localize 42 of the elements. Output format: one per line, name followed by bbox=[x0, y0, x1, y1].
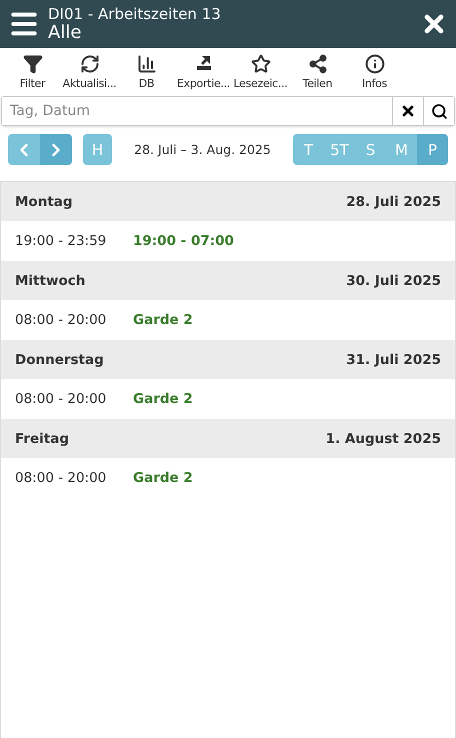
weekday: Freitag bbox=[15, 430, 70, 446]
date: 28. Juli 2025 bbox=[346, 194, 441, 210]
weekday: Mittwoch bbox=[15, 272, 86, 288]
shift-row[interactable]: 08:00 - 20:00 Garde 2 bbox=[1, 300, 455, 340]
search-field[interactable]: Tag, Datum bbox=[1, 96, 455, 126]
window-title: DI01 - Arbeitszeiten 13 bbox=[48, 6, 222, 22]
time-range: 08:00 - 20:00 bbox=[15, 391, 108, 407]
shift-name: 19:00 - 07:00 bbox=[133, 233, 234, 249]
shift-row[interactable]: 08:00 - 20:00 Garde 2 bbox=[1, 379, 455, 419]
weekday: Donnerstag bbox=[15, 352, 104, 368]
date: 31. Juli 2025 bbox=[346, 352, 441, 368]
filter-icon bbox=[22, 54, 42, 74]
refresh-icon bbox=[80, 54, 100, 74]
toolbar-button[interactable]: Infos bbox=[346, 50, 403, 96]
toolbar-button[interactable]: DB bbox=[118, 50, 175, 96]
search-button[interactable] bbox=[423, 97, 454, 125]
next-button[interactable] bbox=[40, 134, 72, 165]
close-icon bbox=[400, 103, 416, 119]
date-range: 28. Juli – 3. Aug. 2025 bbox=[133, 142, 272, 157]
toolbar-button[interactable]: Teilen bbox=[289, 50, 346, 96]
clear-button[interactable] bbox=[392, 97, 423, 125]
shift-name: Garde 2 bbox=[133, 470, 193, 486]
shift-row[interactable]: 19:00 - 23:59 19:00 - 07:00 bbox=[1, 221, 455, 261]
toolbar-button[interactable]: Exportie... bbox=[175, 50, 232, 96]
bar-chart-icon bbox=[136, 54, 156, 74]
shift-name: Garde 2 bbox=[133, 391, 193, 407]
star-icon bbox=[250, 54, 270, 74]
shift-row[interactable]: 08:00 - 20:00 Garde 2 bbox=[1, 458, 455, 498]
date: 1. August 2025 bbox=[326, 430, 441, 446]
search-icon bbox=[430, 102, 448, 120]
time-range: 08:00 - 20:00 bbox=[15, 312, 108, 328]
info-icon bbox=[364, 54, 384, 74]
share-icon bbox=[308, 54, 328, 74]
shift-name: Garde 2 bbox=[133, 312, 193, 328]
time-range: 08:00 - 20:00 bbox=[15, 470, 108, 486]
toolbar-button[interactable]: Aktualisi... bbox=[61, 50, 118, 96]
date: 30. Juli 2025 bbox=[346, 272, 441, 288]
weekday: Montag bbox=[15, 194, 73, 210]
toolbar-button[interactable]: Lesezeic... bbox=[232, 50, 289, 96]
window-subtitle: Alle bbox=[48, 24, 82, 42]
toolbar-button[interactable]: Filter bbox=[4, 50, 61, 96]
time-range: 19:00 - 23:59 bbox=[15, 233, 108, 249]
